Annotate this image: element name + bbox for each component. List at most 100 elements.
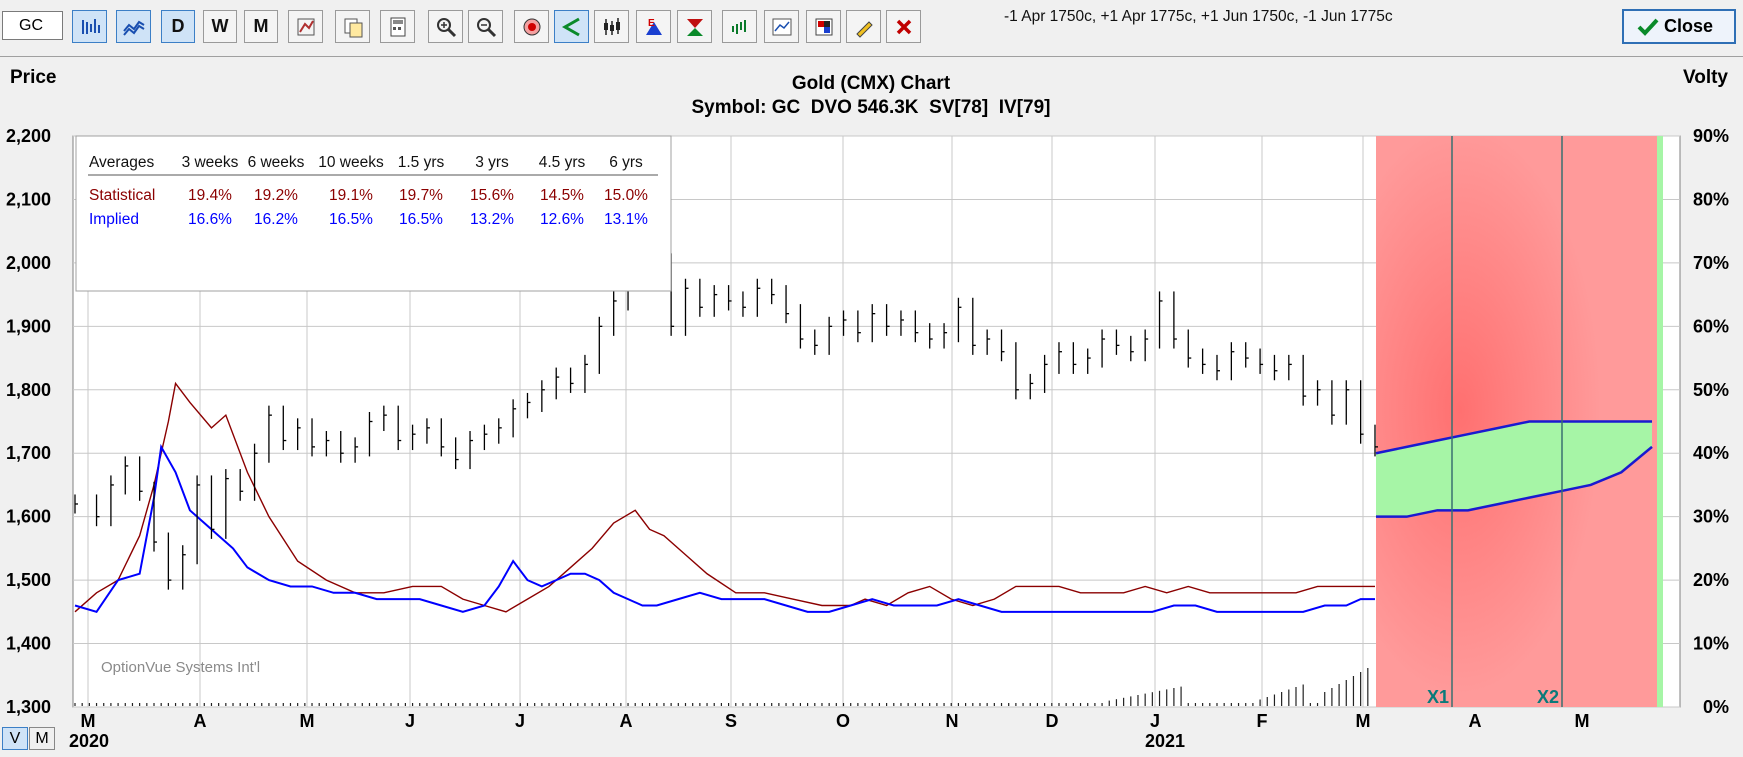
volty-tick-label: 20% xyxy=(1693,570,1729,590)
month-tick-label: S xyxy=(725,711,737,731)
month-tick-label: M xyxy=(1356,711,1371,731)
volty-tick-label: 40% xyxy=(1693,443,1729,463)
watermark: OptionVue Systems Int'l xyxy=(101,659,260,676)
period-daily-button[interactable]: D xyxy=(161,10,195,43)
price-tick-label: 1,600 xyxy=(6,507,51,527)
price-tick-label: 1,500 xyxy=(6,570,51,590)
triangle-icon[interactable] xyxy=(677,10,712,43)
averages-row-label: Statistical xyxy=(89,187,155,204)
averages-header-cell: 6 yrs xyxy=(609,154,643,171)
month-tick-label: A xyxy=(1469,711,1482,731)
averages-table: Averages 3 weeks 6 weeks 10 weeks 1.5 yrs 3 y… xyxy=(75,135,672,292)
expiration-label: X1 xyxy=(1427,687,1449,707)
averages-value-cell: 19.2% xyxy=(254,187,298,204)
calculator-icon[interactable] xyxy=(380,10,415,43)
close-button[interactable]: Close xyxy=(1622,9,1736,44)
price-tick-label: 1,700 xyxy=(6,443,51,463)
averages-value-cell: 15.6% xyxy=(470,187,514,204)
svg-text:E: E xyxy=(648,18,655,29)
volty-tick-label: 50% xyxy=(1693,380,1729,400)
volty-tick-label: 10% xyxy=(1693,634,1729,654)
month-tick-label: F xyxy=(1257,711,1268,731)
price-tick-label: 1,900 xyxy=(6,316,51,336)
averages-value-cell: 13.2% xyxy=(470,211,514,228)
left-axis-label: Price xyxy=(10,67,56,88)
close-button-label: Close xyxy=(1664,16,1714,36)
averages-header-cell: 4.5 yrs xyxy=(539,154,586,171)
averages-header-cell: 3 yrs xyxy=(475,154,509,171)
price-tick-label: 2,200 xyxy=(6,126,51,146)
bar-chart-icon[interactable] xyxy=(72,10,107,43)
averages-value-cell: 19.1% xyxy=(329,187,373,204)
year-tick-label: 2021 xyxy=(1145,731,1185,751)
chart-settings-icon[interactable] xyxy=(288,10,323,43)
averages-header-cell: Averages xyxy=(89,154,154,171)
strategy-description: -1 Apr 1750c, +1 Apr 1775c, +1 Jun 1750c… xyxy=(1004,8,1393,25)
price-tick-label: 2,000 xyxy=(6,253,51,273)
volume-toggle-button[interactable]: V xyxy=(2,727,28,750)
month-tick-label: M xyxy=(300,711,315,731)
averages-value-cell: 19.7% xyxy=(399,187,443,204)
volty-tick-label: 70% xyxy=(1693,253,1729,273)
averages-header-cell: 3 weeks xyxy=(182,154,239,171)
chart-title: Gold (CMX) Chart xyxy=(792,73,951,94)
averages-header-cell: 1.5 yrs xyxy=(398,154,445,171)
candlestick-icon[interactable] xyxy=(594,10,629,43)
month-tick-label: D xyxy=(1046,711,1059,731)
line-chart-icon[interactable] xyxy=(116,10,151,43)
color-palette-icon[interactable] xyxy=(806,10,841,43)
month-tick-label: M xyxy=(81,711,96,731)
averages-value-cell: 12.6% xyxy=(540,211,584,228)
year-tick-label: 2020 xyxy=(69,731,109,751)
month-tick-label: A xyxy=(620,711,633,731)
averages-value-cell: 16.5% xyxy=(399,211,443,228)
averages-value-cell: 16.5% xyxy=(329,211,373,228)
month-tick-label: A xyxy=(194,711,207,731)
volty-tick-label: 90% xyxy=(1693,126,1729,146)
month-tick-label: M xyxy=(1575,711,1590,731)
price-volatility-chart[interactable]: X1 X2 1,300 1,400 1,500 1,600 1,700 1,800 1,900… xyxy=(0,57,1743,757)
period-monthly-button[interactable]: M xyxy=(244,10,278,43)
analysis-zones: X1 X2 xyxy=(1375,136,1663,707)
indicator-icon[interactable] xyxy=(722,10,757,43)
target-icon[interactable] xyxy=(514,10,549,43)
toolbar: GC D W M E -1 Apr 1750c, +1 Apr 1775c, +… xyxy=(0,0,1743,57)
volty-tick-label: 60% xyxy=(1693,316,1729,336)
earnings-icon[interactable]: E xyxy=(636,10,671,43)
price-tick-label: 1,800 xyxy=(6,380,51,400)
zoom-in-icon[interactable] xyxy=(428,10,463,43)
price-tick-label: 1,400 xyxy=(6,634,51,654)
right-axis-label: Volty xyxy=(1683,67,1728,88)
volty-tick-label: 0% xyxy=(1703,697,1729,717)
averages-value-cell: 15.0% xyxy=(604,187,648,204)
month-tick-label: N xyxy=(946,711,959,731)
averages-value-cell: 16.6% xyxy=(188,211,232,228)
study-icon[interactable] xyxy=(764,10,799,43)
monthly-toggle-button[interactable]: M xyxy=(29,727,55,750)
chart-subtitle: Symbol: GC DVO 546.3K SV[78] IV[79] xyxy=(692,97,1051,118)
month-tick-label: J xyxy=(405,711,415,731)
volty-tick-label: 30% xyxy=(1693,507,1729,527)
price-tick-label: 1,300 xyxy=(6,697,51,717)
pencil-icon[interactable] xyxy=(846,10,881,43)
check-icon xyxy=(1637,18,1659,36)
averages-value-cell: 13.1% xyxy=(604,211,648,228)
volty-tick-label: 80% xyxy=(1693,189,1729,209)
averages-value-cell: 19.4% xyxy=(188,187,232,204)
copy-icon[interactable] xyxy=(335,10,370,43)
month-tick-label: J xyxy=(515,711,525,731)
delete-icon[interactable] xyxy=(886,10,921,43)
zoom-out-icon[interactable] xyxy=(468,10,503,43)
symbol-input[interactable]: GC xyxy=(2,11,63,40)
month-tick-label: O xyxy=(836,711,850,731)
averages-row-label: Implied xyxy=(89,211,139,228)
period-weekly-button[interactable]: W xyxy=(203,10,237,43)
price-tick-label: 2,100 xyxy=(6,189,51,209)
month-tick-label: J xyxy=(1150,711,1160,731)
averages-value-cell: 14.5% xyxy=(540,187,584,204)
profit-zone-edge xyxy=(1657,136,1663,707)
averages-header-cell: 6 weeks xyxy=(248,154,305,171)
expiration-label: X2 xyxy=(1537,687,1559,707)
cursor-icon[interactable] xyxy=(554,10,589,43)
averages-header-cell: 10 weeks xyxy=(318,154,384,171)
